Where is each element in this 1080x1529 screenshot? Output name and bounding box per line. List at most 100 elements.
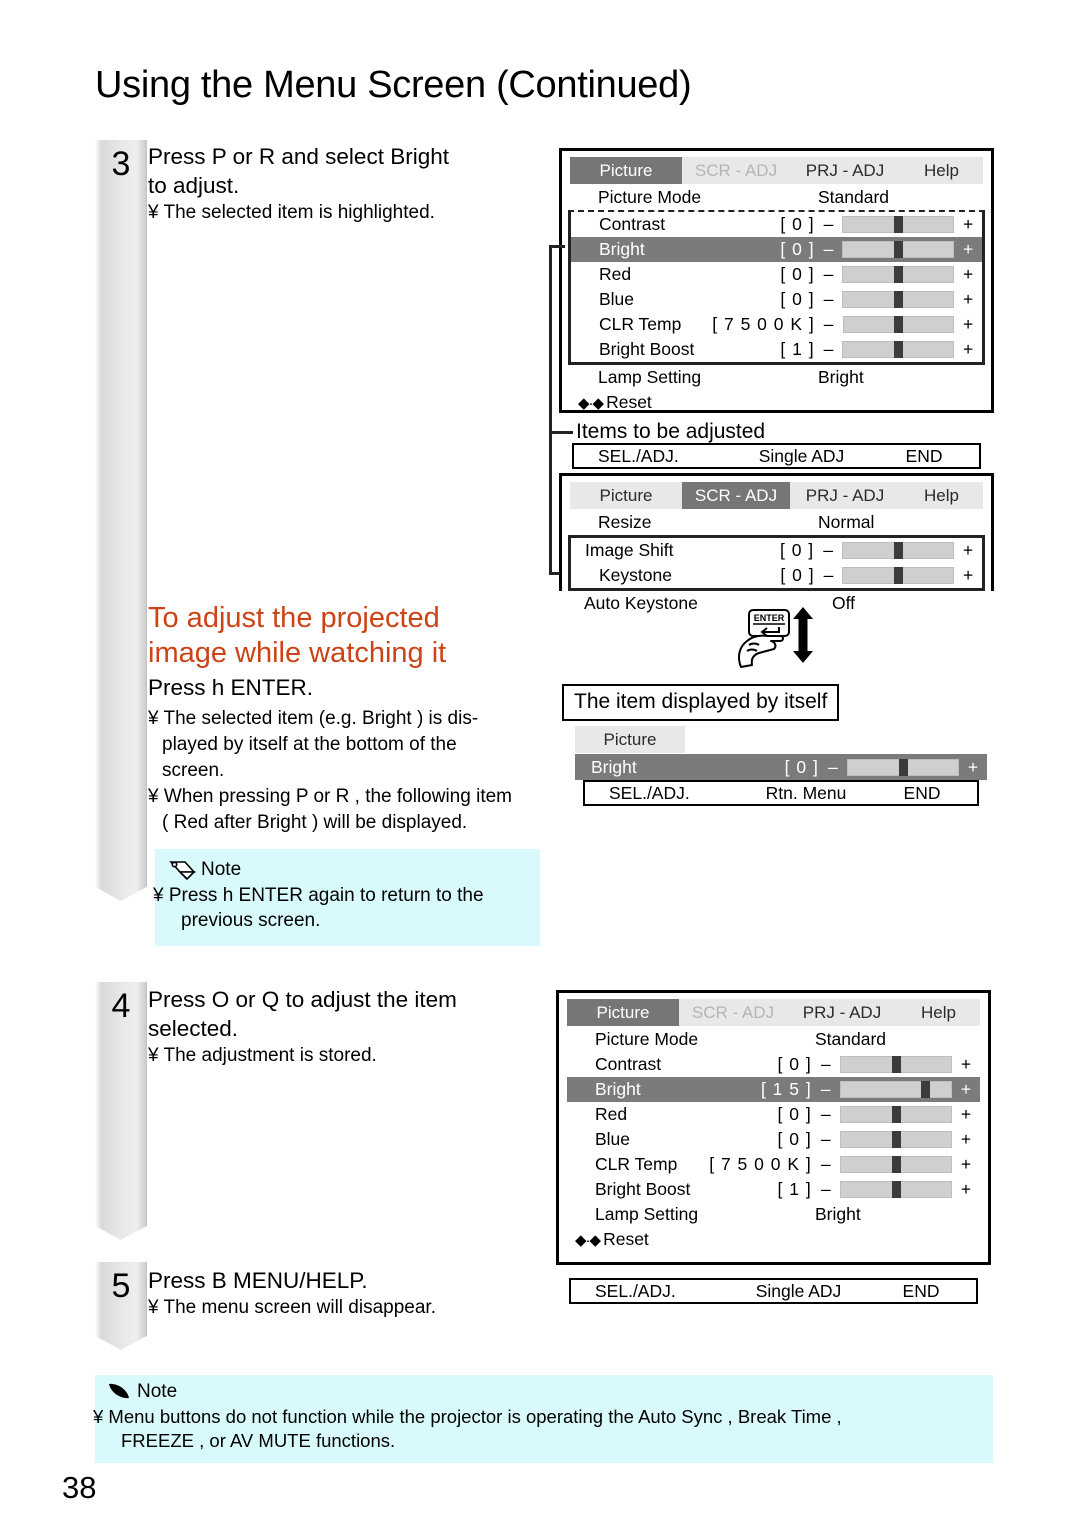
osd1-contrast-minus[interactable]: – xyxy=(815,214,843,235)
osd1-bright-boost-slider[interactable] xyxy=(842,341,955,358)
osd1-blue-plus[interactable]: + xyxy=(954,289,982,310)
osd4-tab-prj-adj[interactable]: PRJ - ADJ xyxy=(787,999,897,1026)
osd4-blue-minus[interactable]: – xyxy=(812,1129,840,1150)
osd4-bright-thumb[interactable] xyxy=(920,1081,930,1098)
osd2-tab-picture[interactable]: Picture xyxy=(570,482,682,509)
osd3-row-bright[interactable]: Bright [ 0 ] – + xyxy=(575,754,987,780)
osd4-contrast-thumb[interactable] xyxy=(891,1056,901,1073)
osd4-bright-slider[interactable] xyxy=(839,1081,952,1098)
osd4-tab-scr-adj[interactable]: SCR - ADJ xyxy=(679,999,787,1026)
osd3-bright-thumb[interactable] xyxy=(898,758,908,776)
osd4-adjust-group: Contrast [ 0 ] – + Bright [ 1 5 ] – + Re… xyxy=(567,1052,980,1202)
osd1-red-thumb[interactable] xyxy=(894,266,904,283)
osd2-row-image-shift[interactable]: Image Shift [ 0 ] – + xyxy=(571,538,982,563)
osd1-row-picture-mode[interactable]: Picture Mode Standard xyxy=(570,185,983,210)
osd4-contrast-plus[interactable]: + xyxy=(952,1054,980,1075)
osd2-keystone-minus[interactable]: – xyxy=(815,565,843,586)
osd4-bright-plus[interactable]: + xyxy=(952,1079,980,1100)
osd4-red-slider[interactable] xyxy=(839,1106,952,1123)
osd2-tab-help[interactable]: Help xyxy=(900,482,983,509)
osd1-red-minus[interactable]: – xyxy=(815,264,843,285)
osd4-red-plus[interactable]: + xyxy=(952,1104,980,1125)
osd2-image-shift-plus[interactable]: + xyxy=(954,540,982,561)
osd4-clr-temp-minus[interactable]: – xyxy=(812,1154,840,1175)
osd2-keystone-thumb[interactable] xyxy=(894,567,904,584)
osd4-row-reset[interactable]: ◆·◆ Reset xyxy=(567,1227,980,1252)
osd4-tab-help[interactable]: Help xyxy=(897,999,980,1026)
osd4-red-minus[interactable]: – xyxy=(812,1104,840,1125)
osd3-bright-minus[interactable]: – xyxy=(819,757,847,778)
step-3-ribbon: 3 xyxy=(95,140,147,901)
osd1-contrast-slider[interactable] xyxy=(842,216,955,233)
osd4-blue-thumb[interactable] xyxy=(891,1131,901,1148)
osd4-clr-temp-plus[interactable]: + xyxy=(952,1154,980,1175)
osd1-blue-minus[interactable]: – xyxy=(815,289,843,310)
osd1-tab-help[interactable]: Help xyxy=(900,157,983,184)
osd4-bright-boost-plus[interactable]: + xyxy=(952,1179,980,1200)
osd4-row-blue[interactable]: Blue [ 0 ] – + xyxy=(567,1127,980,1152)
osd1-contrast-thumb[interactable] xyxy=(894,216,904,233)
osd1-bright-value: [ 0 ] xyxy=(780,239,815,259)
osd4-row-lamp-setting[interactable]: Lamp Setting Bright xyxy=(567,1202,980,1227)
osd2-image-shift-minus[interactable]: – xyxy=(814,540,842,561)
osd1-tab-scr-adj[interactable]: SCR - ADJ xyxy=(682,157,790,184)
osd4-blue-slider[interactable] xyxy=(839,1131,952,1148)
osd1-bright-boost-plus[interactable]: + xyxy=(954,339,982,360)
osd1-bright-boost-thumb[interactable] xyxy=(894,341,904,358)
osd1-bright-slider[interactable] xyxy=(842,241,955,258)
osd4-contrast-minus[interactable]: – xyxy=(812,1054,840,1075)
osd1-row-bright[interactable]: Bright [ 0 ] – + xyxy=(571,237,982,262)
osd1-tab-picture[interactable]: Picture xyxy=(570,157,682,184)
page-title: Using the Menu Screen (Continued) xyxy=(95,64,692,106)
osd1-red-plus[interactable]: + xyxy=(954,264,982,285)
osd4-row-picture-mode[interactable]: Picture Mode Standard xyxy=(567,1027,980,1052)
osd3-bright-plus[interactable]: + xyxy=(959,757,987,778)
osd4-row-red[interactable]: Red [ 0 ] – + xyxy=(567,1102,980,1127)
osd2-image-shift-slider[interactable] xyxy=(842,542,955,559)
osd4-bright-boost-slider[interactable] xyxy=(839,1181,952,1198)
osd1-row-red[interactable]: Red [ 0 ] – + xyxy=(571,262,982,287)
osd1-blue-thumb[interactable] xyxy=(894,291,904,308)
osd1-contrast-plus[interactable]: + xyxy=(954,214,982,235)
osd3-tab-picture[interactable]: Picture xyxy=(575,726,685,753)
osd1-bright-plus[interactable]: + xyxy=(954,239,982,260)
osd1-clr-temp-minus[interactable]: – xyxy=(815,314,843,335)
osd1-row-blue[interactable]: Blue [ 0 ] – + xyxy=(571,287,982,312)
osd2-row-resize[interactable]: Resize Normal xyxy=(570,510,983,535)
osd1-blue-slider[interactable] xyxy=(842,291,955,308)
osd4-bright-boost-minus[interactable]: – xyxy=(812,1179,840,1200)
osd4-row-clr-temp[interactable]: CLR Temp [ 7 5 0 0 K ] – + xyxy=(567,1152,980,1177)
osd4-tab-picture[interactable]: Picture xyxy=(567,999,679,1026)
osd1-bright-boost-minus[interactable]: – xyxy=(815,339,843,360)
osd4-row-contrast[interactable]: Contrast [ 0 ] – + xyxy=(567,1052,980,1077)
osd2-keystone-plus[interactable]: + xyxy=(954,565,982,586)
osd4-clr-temp-thumb[interactable] xyxy=(891,1156,901,1173)
osd4-blue-plus[interactable]: + xyxy=(952,1129,980,1150)
osd4-red-thumb[interactable] xyxy=(891,1106,901,1123)
osd1-clr-temp-thumb[interactable] xyxy=(894,316,904,333)
osd1-row-clr-temp[interactable]: CLR Temp [ 7 5 0 0 K ] – + xyxy=(571,312,982,337)
osd1-red-slider[interactable] xyxy=(842,266,955,283)
osd2-row-keystone[interactable]: Keystone [ 0 ] – + xyxy=(571,563,982,588)
osd4-row-bright[interactable]: Bright [ 1 5 ] – + xyxy=(567,1077,980,1102)
osd1-row-lamp-setting[interactable]: Lamp Setting Bright xyxy=(570,365,983,390)
osd2-tab-scr-adj[interactable]: SCR - ADJ xyxy=(682,482,790,509)
osd1-row-contrast[interactable]: Contrast [ 0 ] – + xyxy=(571,212,982,237)
osd1-row-bright-boost[interactable]: Bright Boost [ 1 ] – + xyxy=(571,337,982,362)
osd2-tab-prj-adj[interactable]: PRJ - ADJ xyxy=(790,482,900,509)
osd1-row-reset[interactable]: ◆·◆ Reset xyxy=(570,390,983,415)
osd2-image-shift-thumb[interactable] xyxy=(894,542,904,559)
osd4-row-bright-boost[interactable]: Bright Boost [ 1 ] – + xyxy=(567,1177,980,1202)
osd4-clr-temp-slider[interactable] xyxy=(839,1156,952,1173)
osd2-keystone-slider[interactable] xyxy=(842,567,955,584)
osd1-bright-minus[interactable]: – xyxy=(815,239,843,260)
osd1-clr-temp-slider[interactable] xyxy=(842,316,955,333)
osd1-clr-temp-plus[interactable]: + xyxy=(954,314,982,335)
pointing-hand-icon xyxy=(738,634,784,668)
osd1-tab-prj-adj[interactable]: PRJ - ADJ xyxy=(790,157,900,184)
osd3-bright-slider[interactable] xyxy=(846,758,959,776)
osd4-contrast-slider[interactable] xyxy=(839,1056,952,1073)
osd4-bright-minus[interactable]: – xyxy=(812,1079,840,1100)
osd1-bright-thumb[interactable] xyxy=(894,241,904,258)
osd4-bright-boost-thumb[interactable] xyxy=(891,1181,901,1198)
